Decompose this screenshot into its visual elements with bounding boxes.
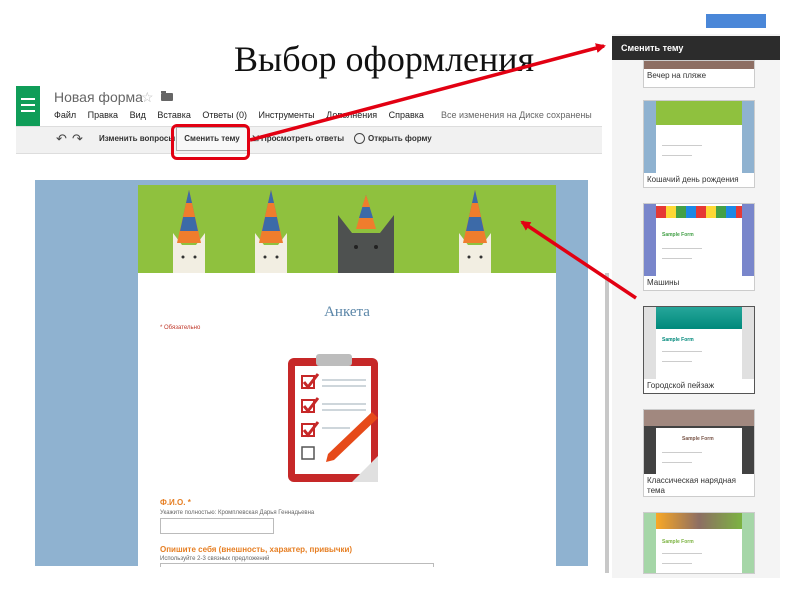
annotation-arrows bbox=[249, 43, 637, 300]
arrow-to-banner bbox=[520, 220, 637, 300]
arrow-to-panel bbox=[249, 43, 606, 142]
